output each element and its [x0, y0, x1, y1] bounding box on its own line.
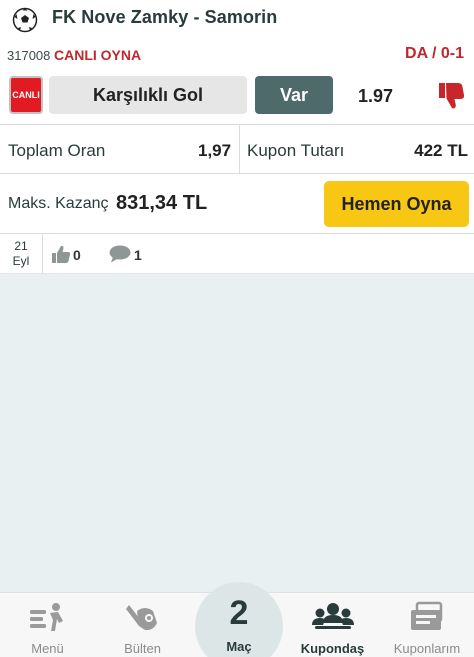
match-title: FK Nove Zamky - Samorin: [52, 7, 278, 27]
nav-match-count[interactable]: 2 Maç: [195, 582, 283, 657]
play-now-button[interactable]: Hemen Oyna: [324, 181, 469, 227]
date-month: Eyl: [12, 254, 30, 268]
nav-bulletin[interactable]: Bülten: [95, 593, 190, 657]
nav-coupon-share[interactable]: Kupondaş: [285, 593, 380, 657]
match-count-label: Maç: [226, 639, 252, 654]
bulletin-icon: [125, 605, 157, 631]
live-badge: CANLI: [9, 76, 43, 114]
stake-value: 422 TL: [414, 141, 468, 160]
nav-coupon-share-label: Kupondaş: [300, 641, 365, 656]
match-result: DA / 0-1: [405, 45, 464, 62]
market-name: Karşılıklı Gol: [49, 76, 247, 114]
totals-divider: [239, 125, 240, 175]
comments-area: [0, 274, 474, 592]
stake-label: Kupon Tutarı: [247, 141, 345, 160]
like-count: 0: [73, 247, 81, 263]
nav-menu-label: Menü: [31, 641, 64, 656]
menu-icon: [29, 603, 63, 631]
thumbs-up-icon[interactable]: [51, 244, 71, 264]
group-icon: [311, 603, 354, 629]
social-row: 21 Eyl 0 1: [0, 234, 474, 274]
total-odds-value: 1,97: [198, 141, 232, 160]
nav-my-coupons[interactable]: Kuponlarım: [380, 593, 474, 657]
match-header: FK Nove Zamky - Samorin: [0, 0, 474, 40]
date-day: 21: [14, 239, 28, 253]
comment-count: 1: [134, 247, 142, 263]
max-win-label: Maks. Kazanç: [8, 195, 109, 212]
nav-my-coupons-label: Kuponlarım: [393, 641, 461, 656]
max-win-row: Maks. Kazanç 831,34 TL Hemen Oyna: [0, 174, 474, 234]
comment-icon[interactable]: [109, 245, 131, 263]
total-odds-label: Toplam Oran: [8, 141, 106, 160]
bet-odd: 1.97: [358, 86, 394, 106]
nav-bulletin-label: Bülten: [124, 641, 161, 656]
coupon-totals: Toplam Oran 1,97 Kupon Tutarı 422 TL: [0, 124, 474, 175]
coupons-icon: [411, 601, 443, 630]
match-subheader: 317008 CANLI OYNA DA / 0-1: [0, 43, 474, 67]
bet-row: CANLI Karşılıklı Gol Var 1.97: [0, 74, 474, 120]
max-win-value: 831,34 TL: [116, 192, 208, 214]
live-play-link[interactable]: CANLI OYNA: [54, 47, 141, 63]
nav-menu[interactable]: Menü: [0, 593, 95, 657]
thumbs-down-icon[interactable]: [437, 80, 465, 110]
coupon-date: 21 Eyl: [0, 234, 43, 274]
live-badge-label: CANLI: [12, 90, 40, 100]
match-code: 317008: [7, 48, 51, 63]
match-count: 2: [229, 594, 249, 632]
selection-button[interactable]: Var: [255, 76, 333, 114]
soccer-ball-icon: [12, 7, 38, 33]
